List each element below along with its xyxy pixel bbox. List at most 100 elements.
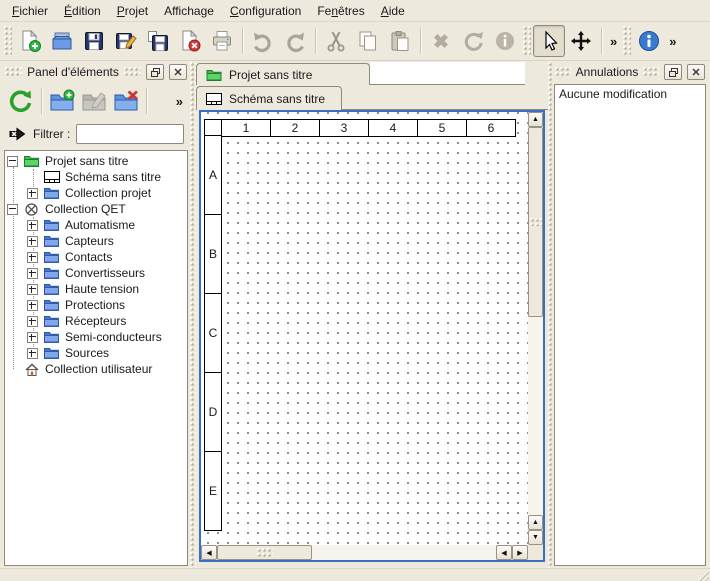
- tree-item-label: Collection projet: [65, 186, 151, 200]
- close-panel-button[interactable]: [169, 64, 187, 80]
- toolbar-overflow-button[interactable]: »: [606, 34, 621, 49]
- expand-expander-icon[interactable]: [27, 252, 38, 263]
- workspace: Panel d'éléments: [0, 62, 710, 568]
- elements-panel-toolbar: »: [2, 82, 190, 120]
- expand-expander-icon[interactable]: [27, 316, 38, 327]
- blue-folder-icon: [43, 314, 60, 328]
- menu-projet[interactable]: Projet: [109, 2, 156, 20]
- tree-item-contacts[interactable]: Contacts: [5, 249, 187, 265]
- toolbar-overflow-button[interactable]: »: [665, 34, 680, 49]
- expand-expander-icon[interactable]: [27, 220, 38, 231]
- pan-tool-button[interactable]: [565, 25, 597, 57]
- horizontal-scrollbar[interactable]: ◀ ◀ ▶: [201, 545, 528, 560]
- tree-item-haute-tension[interactable]: Haute tension: [5, 281, 187, 297]
- new-document-button[interactable]: [14, 25, 46, 57]
- expand-expander-icon[interactable]: [27, 332, 38, 343]
- open-document-button[interactable]: [46, 25, 78, 57]
- tab-label: Schéma sans titre: [229, 92, 325, 106]
- scroll-right-button[interactable]: ▶: [512, 545, 528, 560]
- titlebar-texture: [5, 67, 22, 77]
- tree-item-collection-utilisateur[interactable]: Collection utilisateur: [5, 361, 187, 377]
- tab-schema-sans-titre[interactable]: Schéma sans titre: [196, 86, 342, 110]
- menu-fichier[interactable]: Fichier: [4, 2, 56, 20]
- properties-button: [489, 25, 521, 57]
- about-qet-button[interactable]: [633, 25, 665, 57]
- float-panel-button[interactable]: [146, 64, 164, 80]
- elements-panel-titlebar[interactable]: Panel d'éléments: [2, 62, 190, 82]
- undo-panel-title: Annulations: [576, 65, 639, 79]
- undo-list: Aucune modification: [554, 84, 706, 566]
- toolbar-separator: [601, 28, 602, 54]
- panel-toolbar-overflow-button[interactable]: »: [172, 94, 187, 109]
- tabbar-corner: [525, 62, 548, 85]
- collapse-expander-icon[interactable]: [7, 204, 18, 215]
- float-panel-button[interactable]: [664, 64, 682, 80]
- save-as-button[interactable]: [110, 25, 142, 57]
- delete-category-button[interactable]: [110, 85, 142, 117]
- vertical-scrollbar-thumb[interactable]: [528, 127, 543, 317]
- menu-affichage[interactable]: Affichage: [156, 2, 222, 20]
- collapse-expander-icon[interactable]: [7, 156, 18, 167]
- titlebar-texture: [124, 67, 141, 77]
- tree-item-collection-projet[interactable]: Collection projet: [5, 185, 187, 201]
- menu-configuration[interactable]: Configuration: [222, 2, 309, 20]
- scroll-left-button[interactable]: ◀: [496, 545, 512, 560]
- save-button[interactable]: [78, 25, 110, 57]
- paste-button: [384, 25, 416, 57]
- filter-input[interactable]: [76, 124, 184, 144]
- toolbar-drag-handle[interactable]: [623, 26, 631, 56]
- print-icon: [210, 29, 234, 53]
- schema-view: 1 2 3 4 5 6 A B C D E: [199, 110, 545, 562]
- new-category-button[interactable]: [46, 85, 78, 117]
- tree-item-capteurs[interactable]: Capteurs: [5, 233, 187, 249]
- close-file-button[interactable]: [174, 25, 206, 57]
- expand-expander-icon[interactable]: [27, 348, 38, 359]
- tree-item-sources[interactable]: Sources: [5, 345, 187, 361]
- undo-list-item[interactable]: Aucune modification: [555, 85, 705, 103]
- tree-item-convertisseurs[interactable]: Convertisseurs: [5, 265, 187, 281]
- expand-expander-icon[interactable]: [27, 300, 38, 311]
- horizontal-scrollbar-track[interactable]: [312, 545, 496, 560]
- resize-grip[interactable]: [696, 570, 709, 581]
- select-tool-button[interactable]: [533, 25, 565, 57]
- scroll-down-button[interactable]: ▼: [528, 530, 543, 545]
- expand-expander-icon[interactable]: [27, 236, 38, 247]
- toolbar-drag-handle[interactable]: [4, 26, 12, 56]
- scroll-up-button[interactable]: ▲: [528, 112, 543, 127]
- qet-logo-icon: [23, 202, 40, 216]
- tree-item-protections[interactable]: Protections: [5, 297, 187, 313]
- tab-projet-sans-titre[interactable]: Projet sans titre: [196, 63, 370, 85]
- tree-item-automatisme[interactable]: Automatisme: [5, 217, 187, 233]
- vertical-scrollbar-track[interactable]: [528, 317, 543, 515]
- scroll-left-button[interactable]: ◀: [201, 545, 217, 560]
- tree-item-collection-qet[interactable]: Collection QET: [5, 201, 187, 217]
- elements-panel-title: Panel d'éléments: [27, 65, 119, 79]
- tree-item-schema[interactable]: Schéma sans titre: [5, 169, 187, 185]
- reload-collections-button[interactable]: [5, 85, 37, 117]
- diagram-column-label: 4: [368, 119, 418, 137]
- tree-item-semi-conducteurs[interactable]: Semi-conducteurs: [5, 329, 187, 345]
- diagram-canvas[interactable]: 1 2 3 4 5 6 A B C D E: [201, 112, 528, 545]
- tree-item-recepteurs[interactable]: Récepteurs: [5, 313, 187, 329]
- menu-aide[interactable]: Aide: [373, 2, 413, 20]
- expand-expander-icon[interactable]: [27, 188, 38, 199]
- print-button[interactable]: [206, 25, 238, 57]
- undo-panel-titlebar[interactable]: Annulations: [552, 62, 708, 82]
- vertical-scrollbar[interactable]: ▲ ▲ ▼: [528, 112, 543, 545]
- expand-expander-icon[interactable]: [27, 268, 38, 279]
- tabbar-empty-area: [370, 62, 525, 85]
- delete-button: [425, 25, 457, 57]
- close-panel-button[interactable]: [687, 64, 705, 80]
- scroll-up-button[interactable]: ▲: [528, 515, 543, 530]
- menu-fenetres[interactable]: Fenêtres: [309, 2, 372, 20]
- toolbar-drag-handle[interactable]: [523, 26, 531, 56]
- tree-item-project[interactable]: Projet sans titre: [5, 153, 187, 169]
- cut-icon: [324, 29, 348, 53]
- menu-edition[interactable]: Édition: [56, 2, 109, 20]
- filter-row: Filtrer :: [2, 120, 190, 148]
- save-all-button[interactable]: [142, 25, 174, 57]
- blue-folder-icon: [43, 250, 60, 264]
- clear-filter-icon[interactable]: [8, 127, 27, 141]
- expand-expander-icon[interactable]: [27, 284, 38, 295]
- horizontal-scrollbar-thumb[interactable]: [217, 545, 312, 560]
